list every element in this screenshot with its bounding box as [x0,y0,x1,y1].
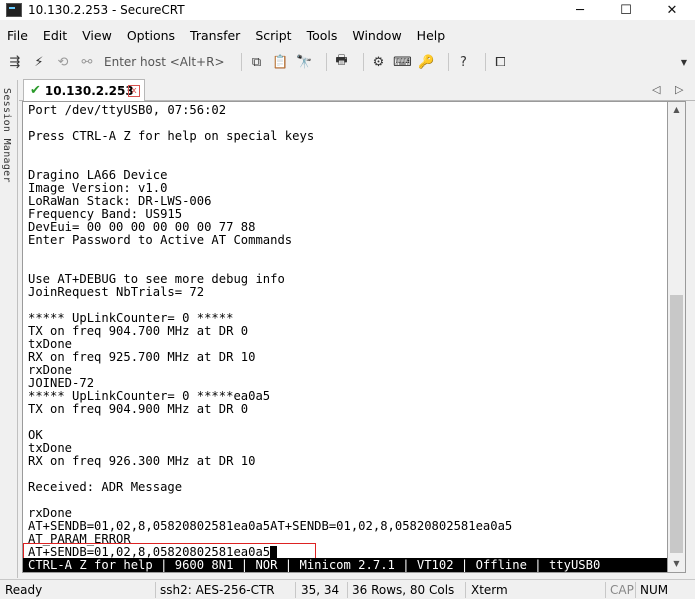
session-manager-tab[interactable]: Session Manager [0,80,18,578]
terminal-line: Press CTRL-A Z for help on special keys [28,129,315,143]
menu-tools[interactable]: Tools [307,28,338,43]
status-num-lock: NUM [640,583,669,597]
session-manager-label: Session Manager [1,88,12,183]
scroll-down-arrow-icon[interactable]: ▼ [668,556,685,572]
menu-script[interactable]: Script [255,28,291,43]
terminal-view[interactable]: Port /dev/ttyUSB0, 07:56:02 Press CTRL-A … [22,101,668,573]
terminal-scrollbar[interactable]: ▲ ▼ [668,101,686,573]
toolbar-separator [240,53,242,71]
scroll-up-arrow-icon[interactable]: ▲ [668,102,685,118]
terminal-line: Port /dev/ttyUSB0, 07:56:02 [28,103,227,117]
key-icon[interactable]: 🔑 [418,53,436,71]
maximize-button[interactable]: ☐ [603,0,649,20]
window-title: 10.130.2.253 - SecureCRT [28,3,185,17]
minimize-button[interactable]: ─ [557,0,603,20]
status-ready: Ready [5,583,43,597]
menu-view[interactable]: View [82,28,112,43]
host-input[interactable]: Enter host <Alt+R> [104,55,225,69]
menu-options[interactable]: Options [127,28,175,43]
toolbar-separator [325,53,327,71]
minicom-status-line: CTRL-A Z for help | 9600 8N1 | NOR | Min… [23,558,667,572]
reconnect-icon[interactable]: ⟲ [54,53,72,71]
status-terminal-size: 36 Rows, 80 Cols [352,583,455,597]
terminal-line: OK [28,428,43,442]
copy-icon[interactable]: ⧉ [248,53,266,71]
scroll-thumb[interactable] [670,295,683,553]
status-cursor-position: 35, 34 [301,583,340,597]
terminal-output: Port /dev/ttyUSB0, 07:56:02 Press CTRL-A … [28,104,512,559]
menu-help[interactable]: Help [417,28,446,43]
terminal-line: TX on freq 904.700 MHz at DR 0 [28,324,249,338]
paste-icon[interactable]: 📋 [272,53,290,71]
toolbar: ⇶ ⚡ ⟲ ⚯ Enter host <Alt+R> ⧉ 📋 🔭 🖶 ⚙ ⌨ 🔑… [0,49,695,75]
tab-prev-chevron-icon[interactable]: ◁ [652,83,660,96]
status-divider [295,582,296,598]
toolbar-separator [484,53,486,71]
tab-label: 10.130.2.253 [44,83,134,98]
status-bar: Ready ssh2: AES-256-CTR 35, 34 36 Rows, … [0,579,695,599]
help-icon[interactable]: ? [455,53,473,71]
terminal-line: Enter Password to Active AT Commands [28,233,293,247]
window-controls: ─ ☐ ✕ [557,0,695,20]
tab-strip: ✔ 10.130.2.253 x ◁ ▷ [19,79,695,101]
connect-in-tab-icon[interactable]: ⇶ [6,53,24,71]
menu-transfer[interactable]: Transfer [190,28,240,43]
status-emulation: Xterm [471,583,508,597]
toolbar-separator [447,53,449,71]
toolbar-overflow-chevron-icon[interactable]: ▼ [681,58,687,67]
close-button[interactable]: ✕ [649,0,695,20]
print-icon[interactable]: 🖶 [333,53,351,71]
menu-edit[interactable]: Edit [43,28,67,43]
tab-session-10-130-2-253[interactable]: ✔ 10.130.2.253 x [23,79,145,101]
status-divider [155,582,156,598]
status-divider [347,582,348,598]
title-bar: 10.130.2.253 - SecureCRT ─ ☐ ✕ [0,0,695,20]
terminal-line: RX on freq 926.300 MHz at DR 10 [28,454,256,468]
keymap-icon[interactable]: ⌨ [393,53,412,71]
tab-next-chevron-icon[interactable]: ▷ [675,83,683,96]
find-icon[interactable]: 🔭 [296,53,314,71]
status-divider [465,582,466,598]
status-caps-lock: CAP [610,583,634,597]
terminal-line: TX on freq 904.900 MHz at DR 0 [28,402,249,416]
terminal-line: Received: ADR Message [28,480,183,494]
terminal-line: JoinRequest NbTrials= 72 [28,285,205,299]
securecrt-app-icon [6,3,22,17]
terminal-line: RX on freq 925.700 MHz at DR 10 [28,350,256,364]
status-divider [605,582,606,598]
terminal-line: rxDone [28,363,73,377]
menu-bar: File Edit View Options Transfer Script T… [0,24,695,46]
settings-gear-icon[interactable]: ⚙ [370,53,388,71]
connected-check-icon: ✔ [30,83,41,98]
status-divider [635,582,636,598]
toolbar-separator [362,53,364,71]
tab-close-icon[interactable]: x [128,85,140,97]
status-cipher: ssh2: AES-256-CTR [160,583,275,597]
menu-file[interactable]: File [7,28,28,43]
disconnect-icon[interactable]: ⚯ [78,53,96,71]
quick-connect-icon[interactable]: ⚡ [30,53,48,71]
menu-window[interactable]: Window [352,28,401,43]
new-window-icon[interactable]: ⧠ [492,53,510,71]
